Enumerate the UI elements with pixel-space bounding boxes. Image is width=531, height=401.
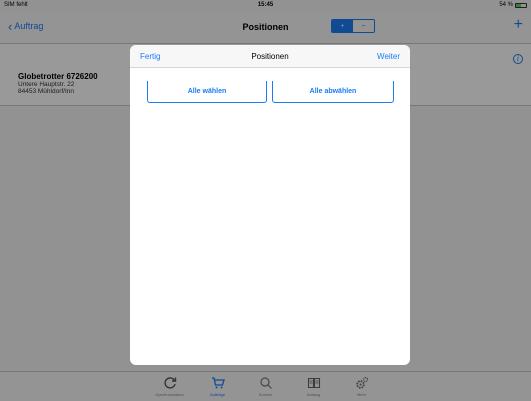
select-all-button[interactable]: Alle wählen <box>147 81 267 103</box>
modal-header: Fertig Positionen Weiter <box>130 45 410 68</box>
deselect-all-button[interactable]: Alle abwählen <box>272 81 394 103</box>
positions-modal: Fertig Positionen Weiter Alle wählen All… <box>130 45 410 365</box>
next-button[interactable]: Weiter <box>377 52 400 61</box>
modal-title: Positionen <box>251 52 289 61</box>
